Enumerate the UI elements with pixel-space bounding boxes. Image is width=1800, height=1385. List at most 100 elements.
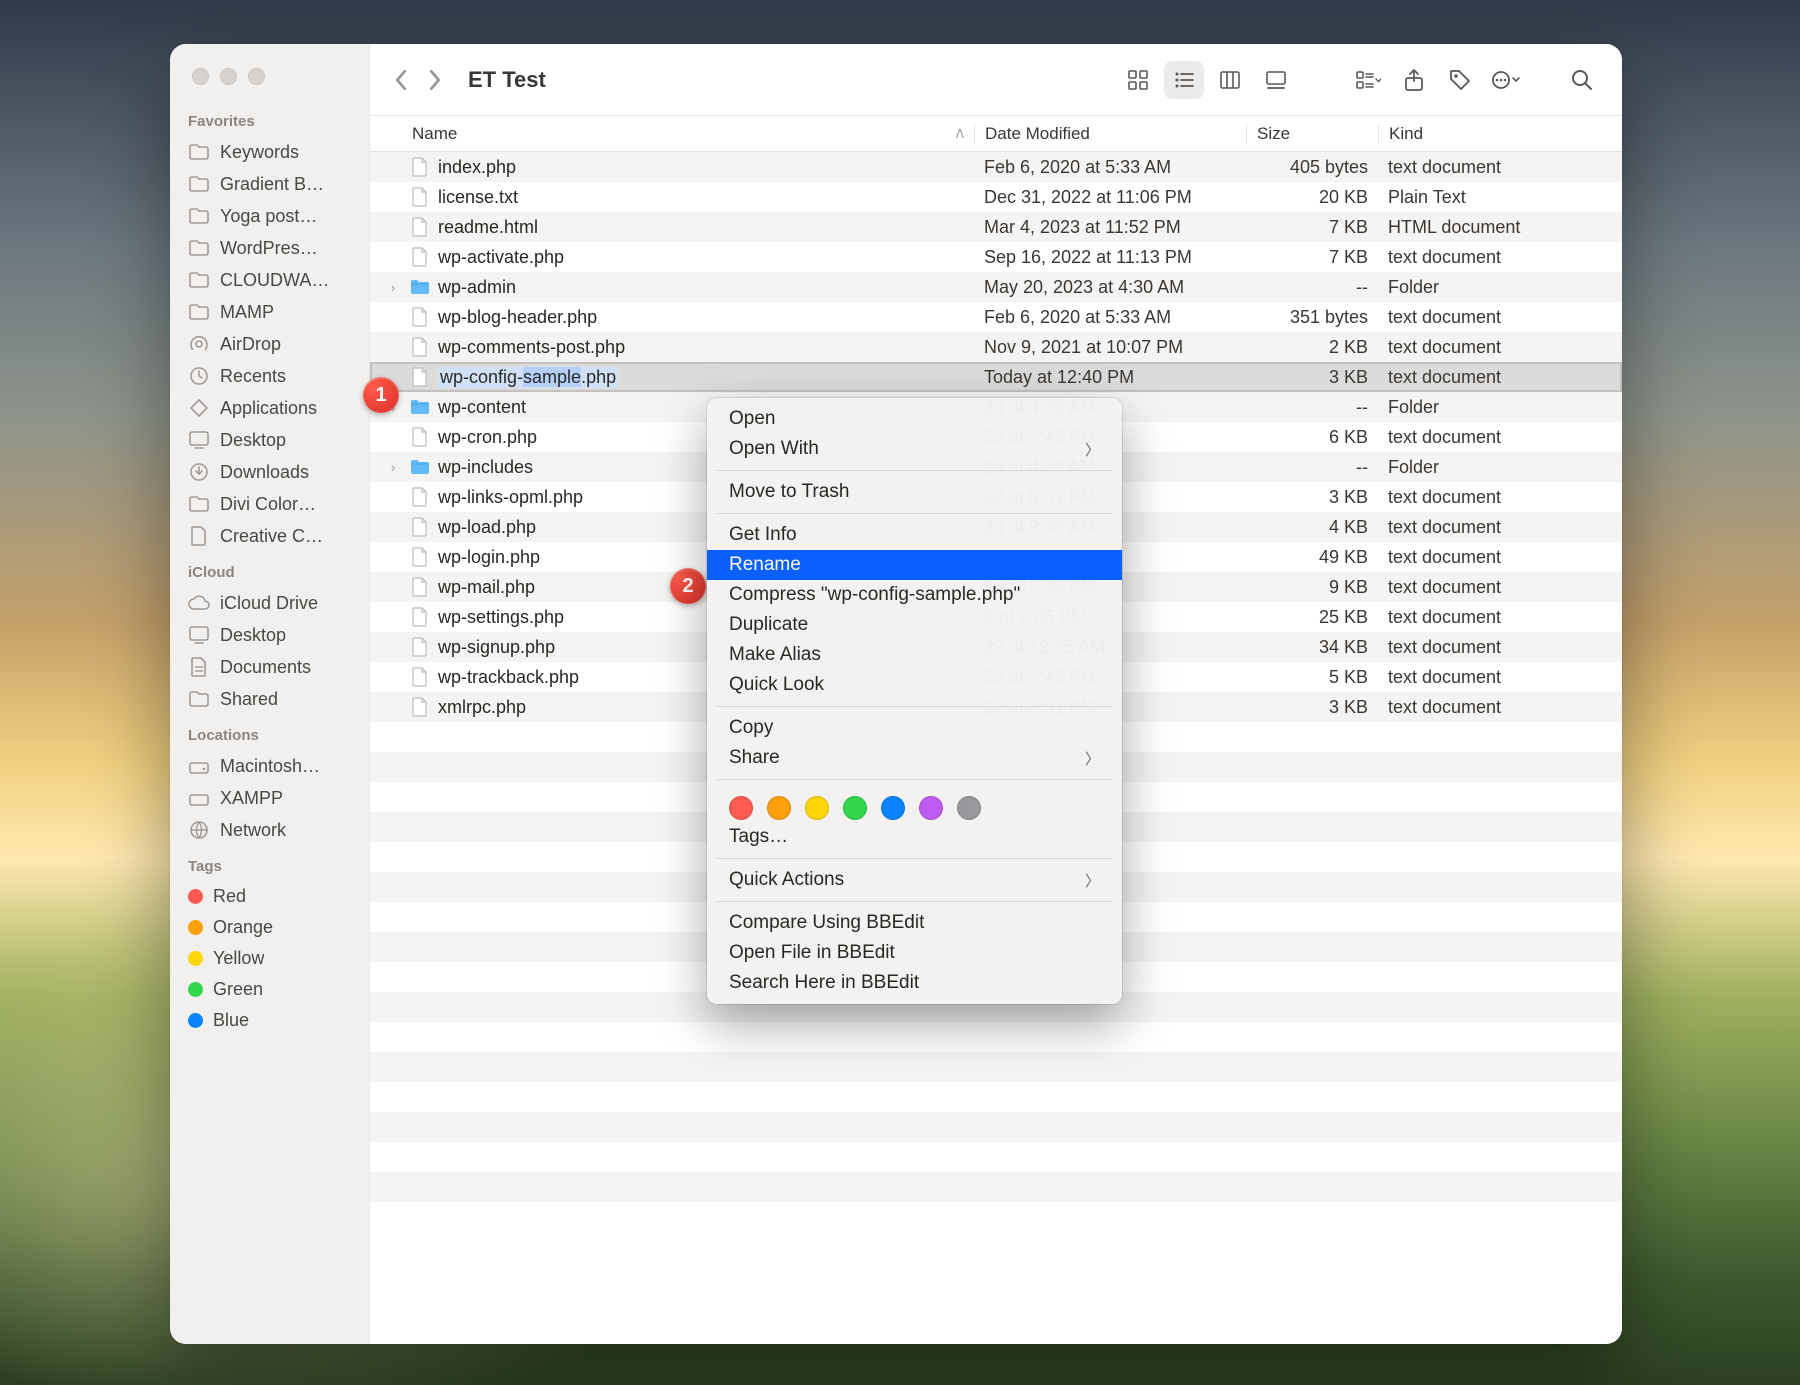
file-size: -- xyxy=(1246,277,1378,298)
file-row[interactable]: wp-blog-header.phpFeb 6, 2020 at 5:33 AM… xyxy=(370,302,1622,332)
sidebar: Favorites KeywordsGradient B…Yoga post…W… xyxy=(170,44,370,1344)
sidebar-item[interactable]: Shared xyxy=(170,683,369,715)
file-size: 351 bytes xyxy=(1246,307,1378,328)
ctx-rename[interactable]: Rename xyxy=(707,550,1122,580)
ctx-compare-bbedit[interactable]: Compare Using BBEdit xyxy=(707,908,1122,938)
tag-color-swatch[interactable] xyxy=(767,796,791,820)
sidebar-item-label: Recents xyxy=(220,366,286,387)
file-row[interactable]: wp-activate.phpSep 16, 2022 at 11:13 PM7… xyxy=(370,242,1622,272)
tag-color-swatch[interactable] xyxy=(805,796,829,820)
sidebar-item[interactable]: AirDrop xyxy=(170,328,369,360)
sidebar-favorites-header: Favorites xyxy=(170,101,369,136)
tags-button[interactable] xyxy=(1440,61,1480,99)
tag-color-swatch[interactable] xyxy=(729,796,753,820)
sidebar-item[interactable]: Network xyxy=(170,814,369,846)
disclosure-triangle-icon[interactable]: › xyxy=(384,460,402,475)
sidebar-item-label: Orange xyxy=(213,917,273,938)
sidebar-item[interactable]: Divi Color… xyxy=(170,488,369,520)
sidebar-item[interactable]: Yellow xyxy=(170,943,369,974)
sidebar-item[interactable]: Recents xyxy=(170,360,369,392)
share-button[interactable] xyxy=(1394,61,1434,99)
sidebar-item[interactable]: Downloads xyxy=(170,456,369,488)
close-button[interactable] xyxy=(192,68,209,85)
file-row[interactable]: index.phpFeb 6, 2020 at 5:33 AM405 bytes… xyxy=(370,152,1622,182)
sidebar-item[interactable]: CLOUDWA… xyxy=(170,264,369,296)
ctx-open[interactable]: Open xyxy=(707,404,1122,434)
tag-color-swatch[interactable] xyxy=(881,796,905,820)
sidebar-item-label: Documents xyxy=(220,657,311,678)
column-view-button[interactable] xyxy=(1210,61,1250,99)
sidebar-item[interactable]: XAMPP xyxy=(170,782,369,814)
ctx-compress[interactable]: Compress "wp-config-sample.php" xyxy=(707,580,1122,610)
file-name-editable[interactable]: wp-config-sample.php xyxy=(438,367,618,388)
sidebar-item[interactable]: Red xyxy=(170,881,369,912)
gallery-view-button[interactable] xyxy=(1256,61,1296,99)
sidebar-item[interactable]: Orange xyxy=(170,912,369,943)
file-row[interactable]: readme.htmlMar 4, 2023 at 11:52 PM7 KBHT… xyxy=(370,212,1622,242)
column-name[interactable]: Nameᐱ xyxy=(370,124,974,144)
chevron-right-icon: 〉 xyxy=(1085,439,1100,460)
icon-view-button[interactable] xyxy=(1118,61,1158,99)
sidebar-item-label: XAMPP xyxy=(220,788,283,809)
ctx-tags[interactable]: Tags… xyxy=(707,822,1122,852)
sidebar-item[interactable]: Macintosh… xyxy=(170,750,369,782)
file-row[interactable]: wp-comments-post.phpNov 9, 2021 at 10:07… xyxy=(370,332,1622,362)
ctx-make-alias[interactable]: Make Alias xyxy=(707,640,1122,670)
search-button[interactable] xyxy=(1562,61,1602,99)
ctx-move-trash[interactable]: Move to Trash xyxy=(707,477,1122,507)
sidebar-item[interactable]: MAMP xyxy=(170,296,369,328)
sidebar-item-label: Divi Color… xyxy=(220,494,316,515)
file-row[interactable]: license.txtDec 31, 2022 at 11:06 PM20 KB… xyxy=(370,182,1622,212)
sidebar-item[interactable]: Yoga post… xyxy=(170,200,369,232)
file-size: 7 KB xyxy=(1246,247,1378,268)
file-icon xyxy=(410,426,430,448)
file-size: -- xyxy=(1246,457,1378,478)
ctx-copy[interactable]: Copy xyxy=(707,713,1122,743)
sidebar-item[interactable]: Creative C… xyxy=(170,520,369,552)
file-icon xyxy=(410,156,430,178)
action-button[interactable] xyxy=(1486,61,1526,99)
ctx-quick-actions[interactable]: Quick Actions〉 xyxy=(707,865,1122,895)
column-kind[interactable]: Kind xyxy=(1378,124,1622,144)
disclosure-triangle-icon[interactable]: › xyxy=(384,280,402,295)
sidebar-item[interactable]: Desktop xyxy=(170,619,369,651)
tag-color-swatch[interactable] xyxy=(957,796,981,820)
forward-button[interactable] xyxy=(418,63,452,97)
sidebar-item[interactable]: Applications xyxy=(170,392,369,424)
sidebar-item[interactable]: Green xyxy=(170,974,369,1005)
column-date[interactable]: Date Modified xyxy=(974,124,1246,144)
folder-icon xyxy=(188,237,210,259)
ctx-open-bbedit[interactable]: Open File in BBEdit xyxy=(707,938,1122,968)
ctx-open-with[interactable]: Open With〉 xyxy=(707,434,1122,464)
file-date: Feb 6, 2020 at 5:33 AM xyxy=(974,307,1246,328)
file-kind: HTML document xyxy=(1378,217,1622,238)
ctx-get-info[interactable]: Get Info xyxy=(707,520,1122,550)
ctx-share[interactable]: Share〉 xyxy=(707,743,1122,773)
file-row[interactable]: wp-config-sample.phpToday at 12:40 PM3 K… xyxy=(370,362,1622,392)
list-view-button[interactable] xyxy=(1164,61,1204,99)
sidebar-item[interactable]: Gradient B… xyxy=(170,168,369,200)
tag-color-swatch[interactable] xyxy=(919,796,943,820)
sidebar-item-label: MAMP xyxy=(220,302,274,323)
ctx-duplicate[interactable]: Duplicate xyxy=(707,610,1122,640)
separator xyxy=(717,470,1112,471)
sidebar-item[interactable]: Desktop xyxy=(170,424,369,456)
ctx-quick-look[interactable]: Quick Look xyxy=(707,670,1122,700)
ctx-search-bbedit[interactable]: Search Here in BBEdit xyxy=(707,968,1122,998)
desktop-icon xyxy=(188,429,210,451)
file-row[interactable]: ›wp-adminMay 20, 2023 at 4:30 AM--Folder xyxy=(370,272,1622,302)
back-button[interactable] xyxy=(384,63,418,97)
column-size[interactable]: Size xyxy=(1246,124,1378,144)
sidebar-item[interactable]: WordPres… xyxy=(170,232,369,264)
file-size: 9 KB xyxy=(1246,577,1378,598)
sidebar-item[interactable]: Blue xyxy=(170,1005,369,1036)
group-button[interactable] xyxy=(1348,61,1388,99)
sidebar-item[interactable]: Documents xyxy=(170,651,369,683)
sidebar-item[interactable]: Keywords xyxy=(170,136,369,168)
file-kind: text document xyxy=(1378,667,1622,688)
file-size: 7 KB xyxy=(1246,217,1378,238)
tag-color-swatch[interactable] xyxy=(843,796,867,820)
sidebar-item[interactable]: iCloud Drive xyxy=(170,587,369,619)
zoom-button[interactable] xyxy=(248,68,265,85)
minimize-button[interactable] xyxy=(220,68,237,85)
